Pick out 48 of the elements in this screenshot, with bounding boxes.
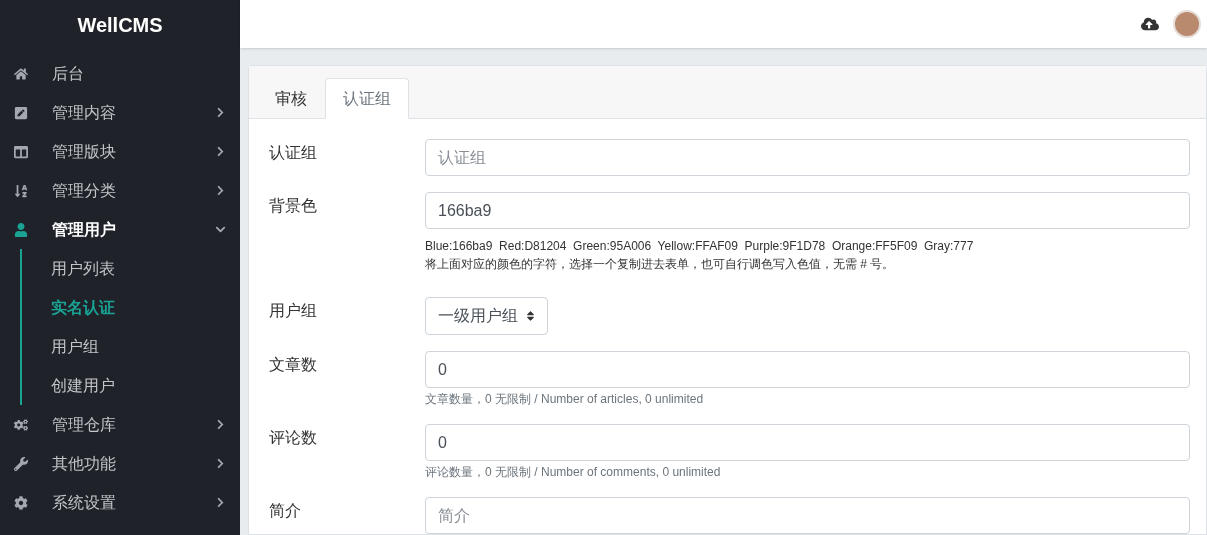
- avatar[interactable]: [1173, 10, 1201, 38]
- settings-icon: [14, 495, 28, 510]
- sidebar-item[interactable]: 管理仓库: [0, 405, 240, 444]
- submenu-item[interactable]: 用户列表: [22, 249, 240, 288]
- gears-icon: [14, 417, 28, 432]
- help-text: Blue:166ba9 Red:D81204 Green:95A006 Yellow:FFAF09 Purple:9F1D78 Orange:FF5F09 Gray:777: [425, 238, 975, 255]
- field-label: 认证组: [269, 143, 318, 163]
- tab[interactable]: 审核: [257, 78, 325, 119]
- sidebar-item[interactable]: 管理版块: [0, 132, 240, 171]
- chevron-right-icon: [215, 185, 226, 196]
- sort-caret-icon: [526, 310, 535, 322]
- sidebar-item[interactable]: 后台: [0, 54, 240, 93]
- submenu-item[interactable]: 创建用户: [22, 366, 240, 405]
- user-icon: [14, 222, 28, 237]
- chevron-right-icon: [215, 419, 226, 430]
- text-input[interactable]: 简介: [425, 497, 1190, 534]
- field-label: 评论数: [269, 428, 318, 448]
- sidebar-item[interactable]: 管理分类: [0, 171, 240, 210]
- help-text: 文章数量，0 无限制 / Number of articles, 0 unlimited: [425, 391, 705, 408]
- sidebar-item[interactable]: 管理用户: [0, 210, 240, 249]
- help-text: 评论数量，0 无限制 / Number of comments, 0 unlimited: [425, 464, 722, 481]
- chevron-right-icon: [215, 458, 226, 469]
- wrench-icon: [14, 456, 28, 471]
- chevron-down-icon: [215, 224, 226, 235]
- text-input[interactable]: 0: [425, 351, 1190, 388]
- submenu-item[interactable]: 实名认证: [22, 288, 240, 327]
- select-dropdown[interactable]: 一级用户组: [425, 297, 548, 335]
- help-text: 将上面对应的颜色的字符，选择一个复制进去表单，也可自行调色写入色值，无需 # 号。: [425, 256, 896, 273]
- sidebar-item[interactable]: 管理内容: [0, 93, 240, 132]
- text-input[interactable]: 0: [425, 424, 1190, 461]
- chevron-right-icon: [215, 107, 226, 118]
- field-label: 简介: [269, 501, 302, 521]
- field-label: 背景色: [269, 196, 318, 216]
- chevron-right-icon: [215, 497, 226, 508]
- home-icon: [14, 66, 28, 81]
- brand-logo[interactable]: WellCMS: [0, 0, 240, 50]
- tab[interactable]: 认证组: [325, 78, 409, 119]
- columns-icon: [14, 144, 28, 159]
- sort-alpha-icon: [14, 183, 28, 198]
- chevron-right-icon: [215, 146, 226, 157]
- field-label: 文章数: [269, 355, 318, 375]
- cloud-upload-icon[interactable]: [1141, 15, 1159, 33]
- text-input[interactable]: 166ba9: [425, 192, 1190, 229]
- sidebar-item[interactable]: 其他功能: [0, 444, 240, 483]
- sidebar-item[interactable]: 系统设置: [0, 483, 240, 522]
- text-input[interactable]: 认证组: [425, 139, 1190, 176]
- field-label: 用户组: [269, 301, 318, 321]
- submenu-item[interactable]: 用户组: [22, 327, 240, 366]
